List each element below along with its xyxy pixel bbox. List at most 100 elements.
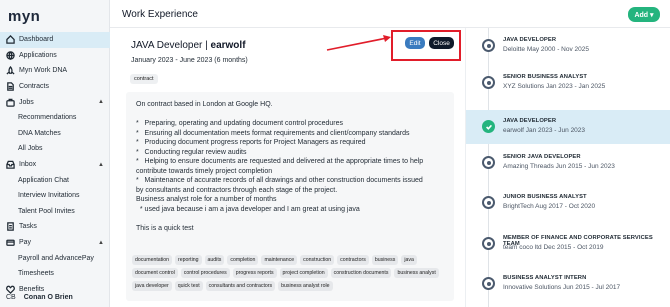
timeline-item[interactable]: JAVA DEVELOPER earwolf Jan 2023 - Jun 202… <box>466 110 670 144</box>
header: Work Experience Add ▾ <box>110 0 670 28</box>
sidebar-item-label: Myn Work DNA <box>19 67 68 75</box>
user-initials: CB <box>6 294 16 301</box>
timeline-item-subtitle: Amazing Threads Jun 2015 - Jun 2023 <box>503 163 615 170</box>
skill-tag: java <box>401 255 417 265</box>
skill-tag: business analyst role <box>278 281 333 291</box>
timeline-item-subtitle: Innovative Solutions Jun 2015 - Jul 2017 <box>503 284 621 291</box>
sidebar-item-label: Tasks <box>19 223 37 231</box>
sidebar-item-label: Timesheets <box>18 270 54 278</box>
skill-tag: business analyst <box>394 268 439 278</box>
edit-button[interactable]: Edit <box>405 37 425 49</box>
skill-tag: document control <box>132 268 178 278</box>
skill-tag: business <box>371 255 399 265</box>
timeline-item-title: SENIOR BUSINESS ANALYST <box>503 74 588 80</box>
job-dates: January 2023 - June 2023 (6 months) <box>131 57 248 64</box>
skill-tag: control procedures <box>180 268 230 278</box>
home-icon <box>5 35 15 45</box>
timeline-dot-icon <box>482 39 495 52</box>
tasks-icon <box>5 222 15 232</box>
timeline-dot-icon <box>482 277 495 290</box>
timeline-item-subtitle: Deloitte May 2000 - Nov 2025 <box>503 46 589 53</box>
chevron-up-icon[interactable]: ▲ <box>98 162 104 168</box>
sidebar-item-label: Pay <box>19 239 32 247</box>
sidebar-item-talent-pool-invites[interactable]: Talent Pool Invites <box>0 204 110 220</box>
experience-detail: JAVA Developer | earwolf January 2023 - … <box>110 28 465 307</box>
sidebar: myn Dashboard Applications Myn Work DNA Con… <box>0 0 110 307</box>
skill-tag: consultants and contractors <box>205 281 276 291</box>
skill-tag: completion <box>227 255 259 265</box>
timeline-item-title: JAVA DEVELOPER <box>503 37 557 43</box>
sidebar-item-label: Application Chat <box>18 176 69 184</box>
sidebar-item-recommendations[interactable]: Recommendations <box>0 110 110 126</box>
description-panel: On contract based in London at Google HQ… <box>126 92 454 301</box>
sidebar-item-label: Applications <box>19 51 57 59</box>
skills-list: documentation reporting audits completion ma… <box>132 255 454 291</box>
rocket-icon <box>5 66 15 76</box>
timeline-item-subtitle: XYZ Solutions Jan 2023 - Jan 2025 <box>503 83 606 90</box>
benefits-icon <box>5 284 15 294</box>
timeline-dot-icon <box>482 156 495 169</box>
sidebar-item-label: Recommendations <box>18 114 77 122</box>
timeline-item-subtitle: earwolf Jan 2023 - Jun 2023 <box>503 127 586 134</box>
job-type-tag: contract <box>130 74 158 84</box>
sidebar-item-label: Dashboard <box>19 36 54 44</box>
sidebar-item-pay[interactable]: Pay ▲ <box>0 235 110 251</box>
chevron-up-icon[interactable]: ▲ <box>98 240 104 246</box>
timeline-item[interactable]: SENIOR JAVA DEVELOPER Amazing Threads Jun… <box>466 146 670 180</box>
job-company: earwolf <box>210 40 246 51</box>
sidebar-item-application-chat[interactable]: Application Chat <box>0 172 110 188</box>
inbox-icon <box>5 160 15 170</box>
sidebar-item-tasks[interactable]: Tasks <box>0 219 110 235</box>
sidebar-item-label: DNA Matches <box>18 129 61 137</box>
sidebar-item-timesheets[interactable]: Timesheets <box>0 266 110 282</box>
skill-tag: audits <box>204 255 225 265</box>
skill-tag: progress reports <box>232 268 277 278</box>
timeline-item[interactable]: JAVA DEVELOPER Deloitte May 2000 - Nov 20… <box>466 29 670 63</box>
sidebar-item-myn-work-dna[interactable]: Myn Work DNA <box>0 63 110 79</box>
skill-tag: contractors <box>337 255 369 265</box>
experience-timeline: JAVA DEVELOPER Deloitte May 2000 - Nov 20… <box>465 28 670 307</box>
chevron-up-icon[interactable]: ▲ <box>98 99 104 105</box>
annotation-arrow-icon <box>326 35 391 51</box>
sidebar-item-label: All Jobs <box>18 145 43 153</box>
sidebar-item-contracts[interactable]: Contracts <box>0 79 110 95</box>
job-separator: | <box>205 40 208 51</box>
page-title: Work Experience <box>122 9 198 20</box>
skill-tag: maintenance <box>261 255 298 265</box>
timeline-item[interactable]: SENIOR BUSINESS ANALYST XYZ Solutions Jan… <box>466 66 670 100</box>
timeline-item-title: JUNIOR BUSINESS ANALYST <box>503 194 587 200</box>
skill-tag: quick test <box>174 281 203 291</box>
sidebar-item-payroll-and-advancepay[interactable]: Payroll and AdvancePay <box>0 250 110 266</box>
sidebar-item-label: Benefits <box>19 285 45 293</box>
sidebar-nav: Dashboard Applications Myn Work DNA Contrac… <box>0 32 110 297</box>
sidebar-item-label: Payroll and AdvancePay <box>18 254 94 262</box>
sidebar-item-inbox[interactable]: Inbox ▲ <box>0 157 110 173</box>
sidebar-item-applications[interactable]: Applications <box>0 48 110 64</box>
sidebar-item-label: Interview Invitations <box>18 192 80 200</box>
job-description: On contract based in London at Google HQ… <box>136 101 424 232</box>
sidebar-item-label: Contracts <box>19 83 49 91</box>
document-icon <box>5 82 15 92</box>
pay-icon <box>5 238 15 248</box>
timeline-item[interactable]: JUNIOR BUSINESS ANALYST BrightTech Aug 20… <box>466 186 670 220</box>
timeline-item[interactable]: BUSINESS ANALYST INTERN Innovative Soluti… <box>466 267 670 301</box>
close-button[interactable]: Close <box>429 37 454 49</box>
sidebar-item-dashboard[interactable]: Dashboard <box>0 32 110 48</box>
user-name: Conan O Brien <box>23 294 73 301</box>
skill-tag: java developer <box>132 281 172 291</box>
timeline-item-subtitle: BrightTech Aug 2017 - Oct 2020 <box>503 203 596 210</box>
skill-tag: construction documents <box>330 268 392 278</box>
timeline-dot-icon <box>482 237 495 250</box>
timeline-item-subtitle: team coco ltd Dec 2015 - Oct 2019 <box>503 244 604 251</box>
sidebar-item-jobs[interactable]: Jobs ▲ <box>0 94 110 110</box>
user-profile[interactable]: CB Conan O Brien <box>6 294 73 301</box>
globe-icon <box>5 50 15 60</box>
add-button[interactable]: Add ▾ <box>628 7 660 22</box>
timeline-item[interactable]: MEMBER OF FINANCE AND CORPORATE SERVICES… <box>466 227 670 261</box>
sidebar-item-all-jobs[interactable]: All Jobs <box>0 141 110 157</box>
sidebar-item-dna-matches[interactable]: DNA Matches <box>0 126 110 142</box>
job-title: JAVA Developer <box>131 40 203 51</box>
timeline-dot-icon <box>482 76 495 89</box>
sidebar-item-label: Inbox <box>19 161 37 169</box>
sidebar-item-interview-invitations[interactable]: Interview Invitations <box>0 188 110 204</box>
